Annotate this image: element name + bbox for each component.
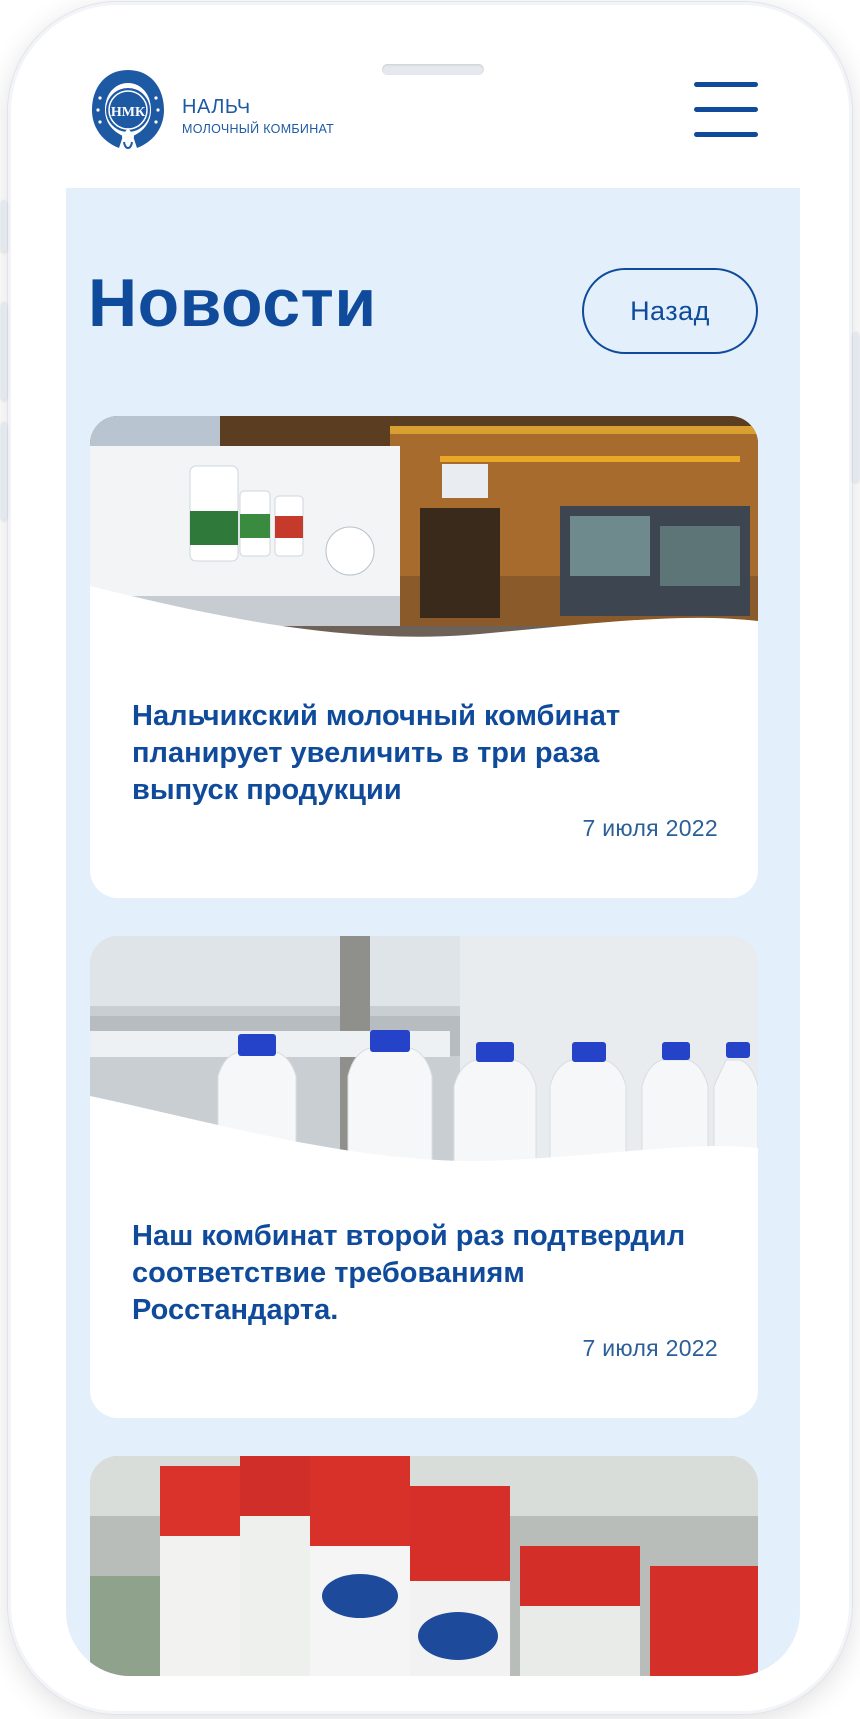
menu-line	[694, 132, 758, 137]
logo-letters: НМК	[111, 105, 146, 120]
news-title[interactable]: Нальчикский молочный комбинат планирует …	[132, 698, 712, 809]
volume-down-button	[1, 422, 7, 520]
phone-screen: НМК НАЛЬЧ МОЛОЧНЫЙ КОМБИНАТ Новости Наза…	[66, 36, 800, 1676]
silent-switch	[1, 200, 7, 252]
news-title[interactable]: Наш комбинат второй раз подтвердил соотв…	[132, 1218, 712, 1329]
brand-name: НАЛЬЧ	[182, 96, 251, 118]
news-card[interactable]: Нальчикский молочный комбинат планирует …	[90, 416, 758, 898]
milk-cartons-conveyor-photo	[90, 1456, 758, 1676]
volume-up-button	[1, 302, 7, 400]
page-title: Новости	[88, 265, 377, 341]
horseshoe-logo-icon[interactable]: НМК	[89, 66, 167, 152]
phone-frame: НМК НАЛЬЧ МОЛОЧНЫЙ КОМБИНАТ Новости Наза…	[1, 2, 859, 1714]
news-date: 7 июля 2022	[582, 1335, 718, 1361]
hamburger-menu-icon[interactable]	[694, 82, 758, 138]
news-card[interactable]: Наш комбинат второй раз подтвердил соотв…	[90, 936, 758, 1418]
news-date: 7 июля 2022	[582, 815, 718, 841]
milk-bottles-conveyor-photo	[90, 936, 758, 1176]
menu-line	[694, 82, 758, 87]
speaker-grille	[382, 64, 484, 75]
back-button[interactable]: Назад	[582, 268, 758, 354]
news-card[interactable]	[90, 1456, 758, 1676]
milk-truck-warehouse-photo	[90, 416, 758, 656]
phone-notch	[230, 36, 640, 108]
menu-line	[694, 107, 758, 112]
power-button	[853, 332, 859, 482]
brand-subtitle: МОЛОЧНЫЙ КОМБИНАТ	[182, 122, 335, 136]
